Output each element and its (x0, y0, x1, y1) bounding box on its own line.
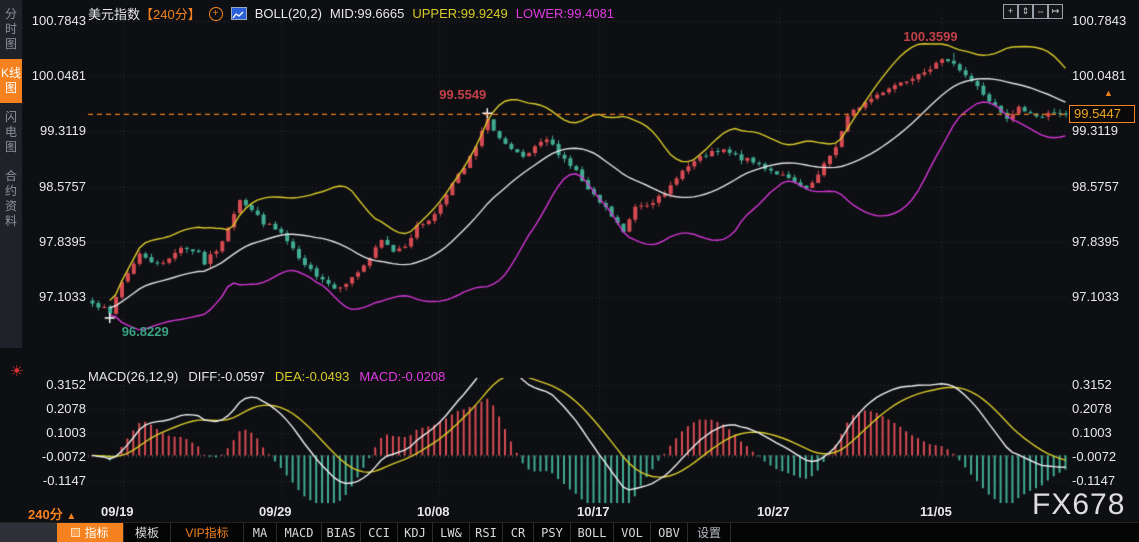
toolbar-item-label: MACD (284, 525, 314, 540)
last-price-badge: 99.5447 (1069, 104, 1135, 123)
toolbar-item-cn1[interactable]: 模板 (124, 523, 171, 542)
low-annotation: 96.8229 (121, 324, 169, 340)
toolbar-item-label: RSI (475, 525, 497, 540)
plus-circle-icon[interactable]: + (208, 6, 223, 21)
toolbar-item-label: BOLL (577, 525, 607, 540)
macd-axis-label-left: 0.1003 (46, 425, 86, 440)
toolbar-item-label: PSY (541, 525, 563, 540)
price-axis-label-right: 97.1033 (1072, 289, 1119, 304)
toolbar-item-label: CCI (368, 525, 390, 540)
toolbar-item-MACD[interactable]: MACD (277, 523, 322, 542)
indicator-toolbar: 指标 模板 VIP指标 MA MACD BIAS CCI KDJ LW& RSI CR PSY BOLL… (0, 522, 1139, 542)
toolbar-item-label: MA (252, 525, 268, 540)
date-axis-label: 09/19 (101, 504, 134, 519)
macd-dea-value: DEA:-0.0493 (274, 369, 350, 384)
boll-params-label: BOLL(20,2) (254, 6, 322, 21)
toolbar-item-label: OBV (658, 525, 680, 540)
price-axis-label-left: 99.3119 (39, 123, 86, 138)
price-axis-label-left: 100.7843 (31, 13, 86, 28)
toolbar-item-VIP[interactable]: VIP指标 (171, 523, 244, 542)
toolbar-item-BIAS[interactable]: BIAS (322, 523, 361, 542)
swing-high-annotation: 99.5549 (439, 87, 487, 103)
macd-axis-label-left: -0.1147 (42, 473, 86, 488)
chart-type-sidebar: 分时图 K线图 闪电图 合约资料 (0, 0, 22, 348)
watermark: FX678 (1032, 488, 1126, 521)
toolbar-item-MA[interactable]: MA (244, 523, 277, 542)
toolbar-item-label: 指标 (84, 526, 109, 540)
boll-mid-value: MID:99.6665 (329, 6, 405, 21)
macd-diff-value: DIFF:-0.0597 (188, 369, 265, 384)
sidebar-item-flash-chart[interactable]: 闪电图 (0, 103, 22, 162)
price-axis-label-left: 100.0481 (31, 68, 86, 83)
pan-icon[interactable]: ↦ (1048, 4, 1063, 19)
chart-type-icon[interactable] (230, 7, 247, 20)
toolbar-item-cn0[interactable]: 指标 (57, 523, 124, 542)
toolbar-item-OBV[interactable]: OBV (651, 523, 688, 542)
toolbar-item-CR[interactable]: CR (503, 523, 534, 542)
y-axis-zoom-icon[interactable]: ⇕ (1018, 4, 1033, 19)
symbol-title: 美元指数【240分】 (88, 7, 201, 22)
price-macd-chart-canvas[interactable] (0, 0, 1139, 541)
date-axis-label: 10/27 (757, 504, 790, 519)
boll-lower-value: LOWER:99.4081 (515, 6, 615, 21)
toolbar-item-RSI[interactable]: RSI (470, 523, 503, 542)
toolbar-item-cn15[interactable]: 设置 (688, 523, 731, 542)
toolbar-item-label: KDJ (404, 525, 426, 540)
toolbar-item-CCI[interactable]: CCI (361, 523, 398, 542)
date-axis-label: 10/17 (577, 504, 610, 519)
x-axis-zoom-icon[interactable]: ⇔ (1033, 4, 1048, 19)
toolbar-item-label: 设置 (696, 526, 721, 540)
toolbar-item-LW[interactable]: LW& (433, 523, 470, 542)
macd-axis-label-right: 0.2078 (1072, 401, 1112, 416)
live-indicator-icon: ☀ (10, 363, 24, 380)
crosshair-icon[interactable]: + (1003, 4, 1018, 19)
price-axis-label-right: 98.5757 (1072, 179, 1119, 194)
price-axis-label-right: 100.7843 (1072, 13, 1127, 28)
boll-upper-value: UPPER:99.9249 (412, 6, 508, 21)
toolbar-item-label: VOL (621, 525, 643, 540)
indicator-icon (71, 528, 81, 537)
macd-axis-label-right: -0.0072 (1072, 449, 1117, 464)
macd-bar-value: MACD:-0.0208 (359, 369, 446, 384)
price-flag-icon: ▲ (1104, 87, 1113, 98)
toolbar-item-PSY[interactable]: PSY (534, 523, 571, 542)
toolbar-item-BOLL[interactable]: BOLL (571, 523, 614, 542)
sidebar-item-kline-chart[interactable]: K线图 (0, 59, 22, 103)
toolbar-item-label: VIP指标 (185, 526, 229, 540)
date-axis-label: 09/29 (259, 504, 292, 519)
macd-axis-label-right: 0.3152 (1072, 377, 1112, 392)
sidebar-item-contract-info[interactable]: 合约资料 (0, 162, 22, 236)
price-axis-label-left: 98.5757 (39, 179, 86, 194)
chart-window: 分时图 K线图 闪电图 合约资料 ☀ 美元指数【240分】 + BOLL(20,… (0, 0, 1139, 542)
toolbar-item-VOL[interactable]: VOL (614, 523, 651, 542)
chevron-up-icon: ▲ (66, 511, 77, 522)
macd-axis-label-left: 0.3152 (46, 377, 86, 392)
sidebar-item-time-chart[interactable]: 分时图 (0, 0, 22, 59)
toolbar-corner (0, 523, 57, 542)
price-axis-label-right: 99.3119 (1072, 123, 1119, 138)
price-axis-label-right: 100.0481 (1072, 68, 1127, 83)
toolbar-item-label: BIAS (326, 525, 356, 540)
price-axis-label-right: 97.8395 (1072, 234, 1119, 249)
macd-axis-label-left: -0.0072 (41, 449, 86, 464)
toolbar-item-label: 模板 (134, 526, 159, 540)
toolbar-item-label: CR (510, 525, 526, 540)
macd-params-label: MACD(26,12,9) (88, 369, 179, 384)
macd-axis-label-right: 0.1003 (1072, 425, 1112, 440)
macd-axis-label-left: 0.2078 (46, 401, 86, 416)
price-axis-label-left: 97.8395 (39, 234, 86, 249)
period-selector[interactable]: 240分 ▲ (28, 504, 76, 523)
macd-axis-label-right: -0.1147 (1072, 473, 1116, 488)
toolbar-item-KDJ[interactable]: KDJ (398, 523, 433, 542)
toolbar-item-label: LW& (440, 525, 462, 540)
high-annotation: 100.3599 (903, 28, 958, 44)
date-axis-label: 10/08 (417, 504, 450, 519)
macd-header: MACD(26,12,9) DIFF:-0.0597 DEA:-0.0493 M… (88, 369, 445, 384)
price-axis-label-left: 97.1033 (39, 289, 86, 304)
chart-header: 美元指数【240分】 + BOLL(20,2) MID:99.6665 UPPE… (88, 4, 614, 23)
date-axis-label: 11/05 (920, 504, 952, 519)
